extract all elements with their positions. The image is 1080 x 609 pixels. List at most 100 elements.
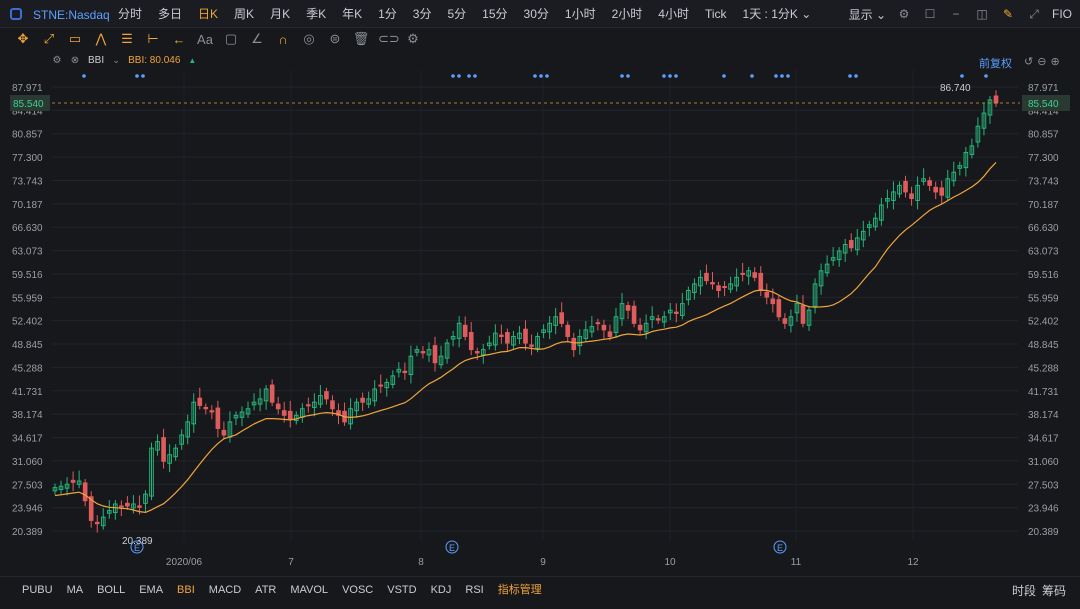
event-dot <box>786 74 790 78</box>
timeframe-tab[interactable]: 30分 <box>516 0 557 28</box>
fibonacci-tool-icon[interactable]: ☰ <box>118 31 136 47</box>
lock-icon[interactable]: ⊜ <box>326 31 344 47</box>
timeframe-tab[interactable]: 多日 <box>150 0 190 28</box>
bbi-legend: ⚙ ⊗ BBI ⌄ BBI: 80.046 ▲ <box>52 55 197 66</box>
candle-body <box>939 187 945 196</box>
timeframe-tab[interactable]: Tick <box>697 0 735 28</box>
zoom-out-icon[interactable]: ⊖ <box>1037 55 1046 68</box>
close-icon[interactable]: ⊗ <box>70 55 80 66</box>
candle-body <box>269 384 275 403</box>
candlestick-chart[interactable]: 87.971 87.97184.414 84.41480.857 80.85777.3… <box>0 50 1080 573</box>
session-button[interactable]: 时段 <box>1012 582 1036 599</box>
timeframe-tab[interactable]: 5分 <box>439 0 474 28</box>
eye-icon[interactable]: ◎ <box>300 31 318 47</box>
text-tool-icon[interactable]: Aa <box>196 32 214 47</box>
drawing-toolbar: ✥ ⤢ ▭ ⋀ ☰ ⊢ ← Aa ▢ ∠ ∩ ◎ ⊜ 🗑 ⊂⊃ ⚙ <box>0 28 1080 50</box>
chevron-down-icon[interactable]: ⌄ <box>112 55 120 66</box>
timeframe-tab[interactable]: 日K <box>190 0 226 28</box>
measure-tool-icon[interactable]: ⊢ <box>144 31 162 47</box>
timeframe-tab[interactable]: 1分 <box>370 0 405 28</box>
display-menu[interactable]: 显示 ⌄ <box>849 6 886 23</box>
line-tool-icon[interactable]: ⤢ <box>40 31 58 47</box>
link-icon[interactable]: ⊂⊃ <box>378 31 400 47</box>
timeframe-tab[interactable]: 周K <box>226 0 262 28</box>
chips-button[interactable]: 筹码 <box>1042 582 1066 599</box>
timeframe-tab[interactable]: 月K <box>262 0 298 28</box>
indicator-tab[interactable]: EMA <box>132 577 170 603</box>
pencil-icon[interactable]: ✎ <box>1000 6 1016 22</box>
expand-icon[interactable]: ⤢ <box>1026 6 1042 22</box>
arrow-tool-icon[interactable]: ← <box>170 32 188 47</box>
price-tick-left: 45.288 <box>12 363 43 374</box>
candle-body <box>927 180 932 186</box>
timeframe-tab[interactable]: 年K <box>334 0 370 28</box>
timeframe-tab[interactable]: 2小时 <box>604 0 651 28</box>
fio-label[interactable]: FIO <box>1052 7 1072 21</box>
indicator-name[interactable]: BBI <box>88 55 104 66</box>
indicator-tab[interactable]: MACD <box>202 577 248 603</box>
symbol-label[interactable]: STNE:Nasdaq <box>33 8 110 22</box>
candle-body <box>848 240 854 249</box>
current-price-tag: 85.540 <box>1028 99 1059 110</box>
timeframe-tab[interactable]: 1小时 <box>557 0 604 28</box>
price-tick-right: 38.174 <box>1028 410 1059 421</box>
candle-body <box>993 95 999 104</box>
timeframe-tab[interactable]: 15分 <box>474 0 515 28</box>
candle-body <box>565 324 571 337</box>
candle-body <box>601 324 607 331</box>
indicator-tab[interactable]: BOLL <box>90 577 132 603</box>
gear-icon[interactable]: ⚙ <box>896 6 912 22</box>
trash-icon[interactable]: 🗑 <box>352 31 370 47</box>
candle-body <box>704 272 709 282</box>
timeframe-tab[interactable]: 4小时 <box>650 0 697 28</box>
candle-body <box>402 370 408 374</box>
indicator-tabs: PUBU MA BOLL EMA BBI MACD ATR MAVOL VOSC VSTD KDJ R… <box>15 577 549 603</box>
price-tick-right: 80.857 <box>1028 130 1059 141</box>
price-tick-left: 73.743 <box>12 176 43 187</box>
reset-icon[interactable]: ↺ <box>1024 55 1033 68</box>
square-icon[interactable]: ☐ <box>922 6 938 22</box>
candle-body <box>505 332 510 344</box>
candle-body <box>119 505 124 508</box>
event-dot <box>774 74 778 78</box>
timeframe-tab[interactable]: 1天 : 1分K ⌄ <box>735 0 820 28</box>
zoom-in-icon[interactable]: ⊕ <box>1050 55 1059 68</box>
rect-tool-icon[interactable]: ▭ <box>66 31 84 47</box>
price-tick-right: 52.402 <box>1028 317 1059 328</box>
indicator-manage-button[interactable]: 指标管理 <box>491 577 549 603</box>
indicator-tab[interactable]: VSTD <box>380 577 423 603</box>
comment-tool-icon[interactable]: ▢ <box>222 31 240 47</box>
event-dot <box>854 74 858 78</box>
indicator-tab[interactable]: MA <box>60 577 91 603</box>
zoom-controls: ↺ ⊖ ⊕ <box>1024 55 1060 68</box>
price-tick-left: 38.174 <box>12 410 43 421</box>
timeframe-tab[interactable]: 3分 <box>405 0 440 28</box>
eraser-icon[interactable]: ∠ <box>248 31 266 47</box>
minus-icon[interactable]: − <box>948 6 964 22</box>
price-tick-right: 27.503 <box>1028 480 1059 491</box>
indicator-tab[interactable]: RSI <box>458 577 490 603</box>
adjust-toggle[interactable]: 前复权 <box>979 55 1012 71</box>
settings-icon[interactable]: ⚙ <box>404 31 422 47</box>
indicator-value: BBI: 80.046 <box>128 55 181 66</box>
indicator-tab[interactable]: VOSC <box>335 577 380 603</box>
camera-icon[interactable]: ◫ <box>974 6 990 22</box>
indicator-tab[interactable]: KDJ <box>424 577 459 603</box>
candle-body <box>468 332 474 351</box>
candle-body <box>215 407 221 429</box>
indicator-tab[interactable]: PUBU <box>15 577 60 603</box>
indicator-tab[interactable]: BBI <box>170 577 202 603</box>
price-tick-left: 63.073 <box>12 247 43 258</box>
crosshair-move-icon[interactable]: ✥ <box>14 31 32 47</box>
indicator-tab[interactable]: MAVOL <box>283 577 335 603</box>
timeframe-tab[interactable]: 季K <box>298 0 334 28</box>
candle-body <box>529 344 534 347</box>
indicator-tab[interactable]: ATR <box>248 577 283 603</box>
timeframe-tab[interactable]: 分时 <box>110 0 150 28</box>
magnet-icon[interactable]: ∩ <box>274 32 292 47</box>
gear-icon[interactable]: ⚙ <box>52 55 62 66</box>
price-tick-right: 70.187 <box>1028 200 1059 211</box>
candle-body <box>710 282 715 285</box>
time-tick: 2020/06 <box>166 557 203 568</box>
pattern-tool-icon[interactable]: ⋀ <box>92 31 110 47</box>
